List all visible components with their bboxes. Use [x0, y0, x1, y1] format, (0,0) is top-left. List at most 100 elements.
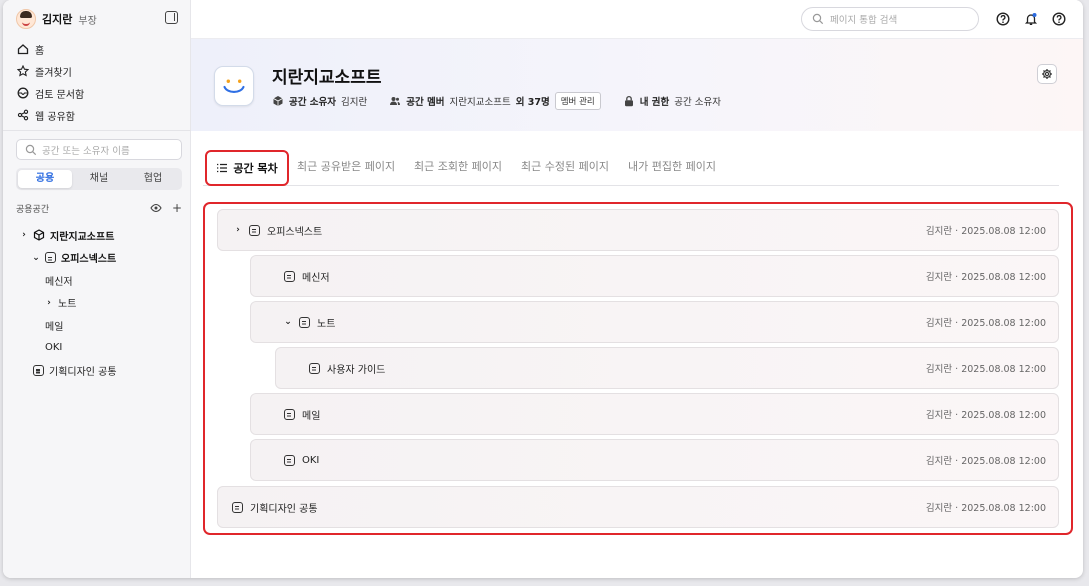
toc-row[interactable]: › 오피스넥스트 김지란 · 2025.08.08 12:00 [217, 209, 1059, 251]
member-count: 외 37명 [515, 97, 550, 108]
share-icon [17, 109, 29, 121]
space-settings-button[interactable] [1037, 64, 1057, 84]
search-icon [812, 13, 824, 25]
tree-label: 노트 [58, 299, 77, 311]
search-placeholder: 공간 또는 소유자 이름 [42, 145, 130, 157]
app-window: 김지란 부장 홈 즐겨찾기 검토 문서함 웹 공유함 공간 또는 소유자 이름 … [3, 0, 1083, 578]
toc-row[interactable]: OKI 김지란 · 2025.08.08 12:00 [250, 439, 1059, 481]
info-icon[interactable] [1052, 11, 1066, 26]
nav-label: 검토 문서함 [35, 89, 85, 101]
segment-channel[interactable]: 채널 [72, 170, 126, 188]
nav-label: 홈 [35, 45, 45, 57]
page-tabs: 공간 목차 최근 공유받은 페이지 최근 조회한 페이지 최근 수정된 페이지 … [203, 150, 1059, 186]
toc-label: 메일 [302, 410, 321, 422]
user-profile[interactable]: 김지란 부장 [16, 9, 97, 29]
toc-row[interactable]: 메일 김지란 · 2025.08.08 12:00 [250, 393, 1059, 435]
tree-label: 지란지교소프트 [50, 231, 115, 243]
toc-meta: 김지란 · 2025.08.08 12:00 [925, 364, 1046, 375]
space-title: 지란지교소프트 [272, 68, 382, 88]
add-icon[interactable]: + [172, 201, 182, 215]
page-icon [309, 362, 320, 374]
permission-value: 공간 소유자 [674, 97, 721, 108]
avatar [16, 9, 36, 29]
page-icon [299, 316, 310, 328]
home-icon [17, 43, 29, 55]
top-bar: 페이지 통합 검색 [191, 0, 1083, 39]
gear-icon [1041, 68, 1053, 80]
review-icon [17, 87, 29, 99]
tab-my-edited[interactable]: 내가 편집한 페이지 [628, 158, 716, 174]
toc-label: 오피스넥스트 [267, 226, 323, 238]
tree-label: 기획디자인 공통 [49, 366, 117, 378]
space-tree: › 지란지교소프트 ⌄ 오피스넥스트 메신저 › 노트 메일 OKI 기획디자인… [3, 224, 191, 382]
tab-label: 공간 목차 [233, 162, 278, 175]
user-name: 김지란 [42, 13, 73, 26]
space-search-input[interactable]: 공간 또는 소유자 이름 [16, 139, 182, 160]
nav-label: 즐겨찾기 [35, 67, 72, 79]
space-toc-list: › 오피스넥스트 김지란 · 2025.08.08 12:00 메신저 김지란 … [203, 202, 1073, 535]
page-icon [232, 501, 243, 513]
nav-item-web-share[interactable]: 웹 공유함 [17, 104, 84, 126]
permission-label: 내 권한 [639, 97, 670, 108]
page-icon [284, 408, 295, 420]
segment-collab[interactable]: 협업 [126, 170, 180, 188]
toc-label: 사용자 가이드 [327, 364, 386, 376]
tab-recent-viewed[interactable]: 최근 조회한 페이지 [414, 158, 502, 174]
toc-label: 노트 [317, 318, 336, 330]
tree-item-mail[interactable]: 메일 [3, 314, 191, 337]
chevron-right-icon[interactable]: › [45, 298, 53, 308]
page-icon [33, 364, 44, 376]
search-icon [25, 144, 37, 156]
toc-row[interactable]: 메신저 김지란 · 2025.08.08 12:00 [250, 255, 1059, 297]
sidebar-collapse-icon[interactable] [165, 11, 178, 24]
tree-item-jiran[interactable]: › 지란지교소프트 [3, 224, 191, 247]
cube-icon [33, 229, 45, 241]
member-label: 공간 멤버 [406, 97, 445, 108]
members-icon [389, 95, 401, 107]
tab-space-toc[interactable]: 공간 목차 [205, 150, 289, 186]
tree-item-oki[interactable]: OKI [3, 337, 191, 360]
tab-recent-modified[interactable]: 최근 수정된 페이지 [521, 158, 609, 174]
toc-label: 기획디자인 공통 [250, 503, 318, 515]
toc-row[interactable]: 기획디자인 공통 김지란 · 2025.08.08 12:00 [217, 486, 1059, 528]
tree-item-messenger[interactable]: 메신저 [3, 269, 191, 292]
global-search-input[interactable]: 페이지 통합 검색 [801, 7, 979, 31]
toc-row[interactable]: ⌄ 노트 김지란 · 2025.08.08 12:00 [250, 301, 1059, 343]
toc-meta: 김지란 · 2025.08.08 12:00 [925, 272, 1046, 283]
sidebar: 김지란 부장 홈 즐겨찾기 검토 문서함 웹 공유함 공간 또는 소유자 이름 … [3, 0, 191, 578]
tree-item-officenext[interactable]: ⌄ 오피스넥스트 [3, 247, 191, 270]
chevron-down-icon[interactable]: ⌄ [32, 253, 40, 263]
tree-item-note[interactable]: › 노트 [3, 292, 191, 315]
chevron-down-icon[interactable]: ⌄ [284, 317, 292, 327]
space-header: 지란지교소프트 공간 소유자 김지란 공간 멤버 지란지교소프트 외 37명 멤… [191, 39, 1083, 131]
help-icon[interactable] [996, 11, 1010, 26]
nav-item-review[interactable]: 검토 문서함 [17, 82, 84, 104]
star-icon [17, 65, 29, 77]
chevron-right-icon[interactable]: › [20, 230, 28, 240]
tree-label: 메신저 [45, 276, 73, 288]
owner-label: 공간 소유자 [289, 97, 337, 108]
top-icons [996, 11, 1066, 26]
nav-item-home[interactable]: 홈 [17, 38, 84, 60]
tree-item-planning-design[interactable]: 기획디자인 공통 [3, 359, 191, 382]
bell-icon[interactable] [1024, 11, 1038, 25]
divider [3, 130, 191, 131]
list-icon [216, 162, 228, 174]
eye-icon[interactable] [150, 202, 162, 214]
toc-meta: 김지란 · 2025.08.08 12:00 [925, 410, 1046, 421]
tab-recent-shared[interactable]: 최근 공유받은 페이지 [297, 158, 395, 174]
chevron-right-icon[interactable]: › [234, 225, 242, 235]
space-logo-icon [214, 66, 254, 106]
nav-item-favorites[interactable]: 즐겨찾기 [17, 60, 84, 82]
cube-icon [272, 95, 284, 107]
segment-public[interactable]: 공용 [18, 170, 72, 188]
toc-meta: 김지란 · 2025.08.08 12:00 [925, 318, 1046, 329]
page-icon [284, 454, 295, 466]
page-icon [249, 224, 260, 236]
toc-row[interactable]: 사용자 가이드 김지란 · 2025.08.08 12:00 [275, 347, 1059, 389]
toc-label: 메신저 [302, 272, 330, 284]
manage-members-button[interactable]: 멤버 관리 [554, 92, 601, 110]
search-placeholder: 페이지 통합 검색 [830, 15, 898, 26]
page-icon [284, 270, 295, 282]
tree-label: OKI [45, 342, 63, 354]
